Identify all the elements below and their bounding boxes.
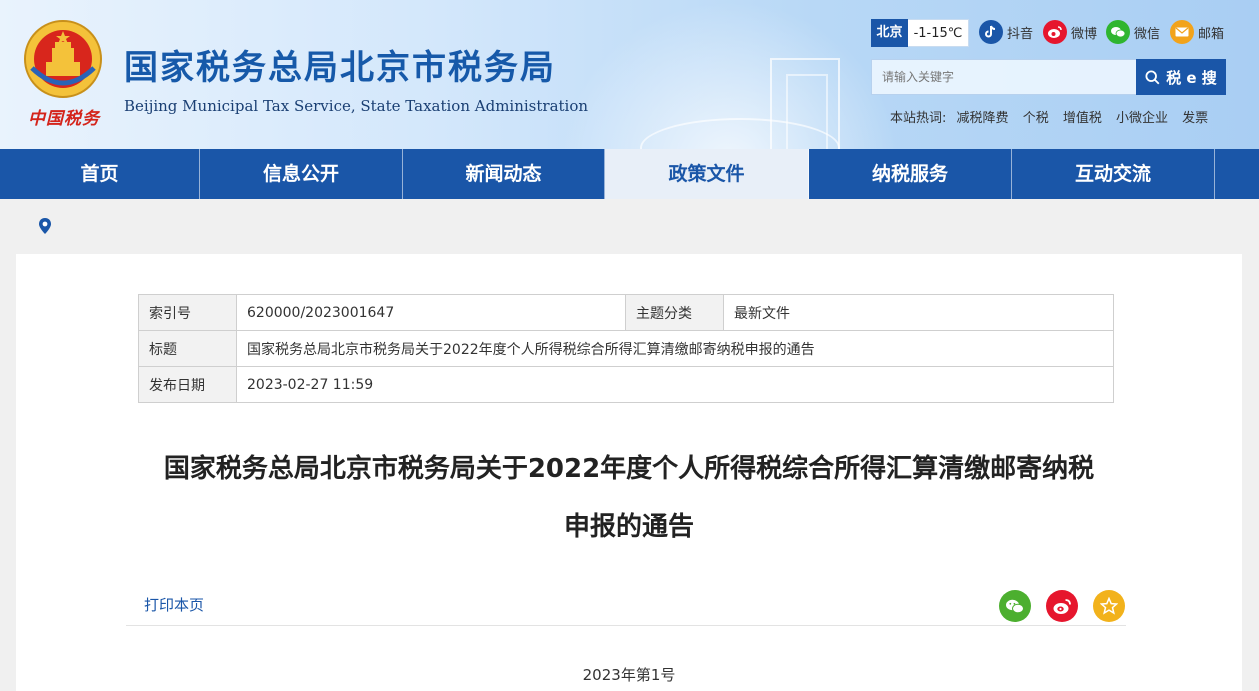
search-bar: 税 e 搜: [871, 59, 1226, 95]
social-douyin[interactable]: 抖音: [979, 19, 1033, 45]
print-page-link[interactable]: 打印本页: [144, 594, 204, 615]
search-button-label: 税 e 搜: [1166, 68, 1217, 87]
hot-words: 本站热词: 减税降费 个税 增值税 小微企业 发票: [890, 107, 1218, 126]
share-wechat-button[interactable]: [999, 590, 1031, 622]
nav-item-policy[interactable]: 政策文件: [605, 149, 809, 199]
douyin-icon: [979, 20, 1003, 44]
share-weibo-button[interactable]: [1046, 590, 1078, 622]
site-title-cn[interactable]: 国家税务总局北京市税务局: [124, 46, 556, 90]
nav-item-news[interactable]: 新闻动态: [403, 149, 605, 199]
social-douyin-label: 抖音: [1007, 26, 1034, 42]
site-header: 中国税务 国家税务总局北京市税务局 Beijing Municipal Tax …: [0, 0, 1259, 149]
article-card: 索引号 620000/2023001647 主题分类 最新文件 标题 国家税务总…: [16, 254, 1242, 691]
meta-title-label: 标题: [138, 330, 237, 367]
table-row: 发布日期 2023-02-27 11:59: [138, 366, 1114, 403]
divider: [126, 625, 1126, 626]
hot-words-label: 本站热词:: [890, 111, 947, 126]
wechat-icon: [1106, 20, 1130, 44]
article-title-line: 申报的通告: [563, 512, 694, 542]
social-wechat[interactable]: 微信: [1106, 19, 1160, 45]
article-title-line: 国家税务总局北京市税务局关于2022年度个人所得税综合所得汇算清缴邮寄纳税: [163, 454, 1095, 484]
article-title: 国家税务总局北京市税务局关于2022年度个人所得税综合所得汇算清缴邮寄纳税 申报…: [16, 440, 1242, 556]
social-weibo-label: 微博: [1071, 26, 1098, 42]
social-weibo[interactable]: 微博: [1043, 19, 1097, 45]
meta-category-label: 主题分类: [625, 294, 724, 331]
meta-index-label: 索引号: [138, 294, 237, 331]
meta-category-value: 最新文件: [723, 294, 1114, 331]
document-number: 2023年第1号: [582, 666, 676, 684]
star-icon: [1100, 597, 1118, 615]
hot-word[interactable]: 减税降费: [957, 111, 1009, 126]
nav-item-info-disclosure[interactable]: 信息公开: [200, 149, 403, 199]
tax-emblem-icon[interactable]: [22, 18, 104, 100]
meta-index-value: 620000/2023001647: [236, 294, 626, 331]
main-nav: 首页 信息公开 新闻动态 政策文件 纳税服务 互动交流: [0, 149, 1259, 199]
weibo-icon: [1053, 598, 1071, 614]
search-input[interactable]: [871, 59, 1136, 95]
weibo-icon: [1043, 20, 1067, 44]
meta-date-value: 2023-02-27 11:59: [236, 366, 1114, 403]
weather-temp: -1-15℃: [908, 19, 969, 47]
wechat-icon: [1006, 599, 1024, 613]
hot-word[interactable]: 个税: [1023, 111, 1049, 126]
meta-date-label: 发布日期: [138, 366, 237, 403]
weather-widget: 北京 -1-15℃: [871, 19, 969, 47]
table-row: 标题 国家税务总局北京市税务局关于2022年度个人所得税综合所得汇算清缴邮寄纳税…: [138, 330, 1114, 367]
search-icon: [1145, 69, 1160, 84]
hot-word[interactable]: 发票: [1182, 111, 1208, 126]
nav-item-interaction[interactable]: 互动交流: [1012, 149, 1215, 199]
weather-city: 北京: [871, 19, 908, 47]
china-tax-calligraphy: 中国税务: [28, 109, 100, 129]
table-row: 索引号 620000/2023001647 主题分类 最新文件: [138, 294, 1114, 331]
nav-item-home[interactable]: 首页: [0, 149, 200, 199]
social-wechat-label: 微信: [1134, 26, 1161, 42]
meta-title-value: 国家税务总局北京市税务局关于2022年度个人所得税综合所得汇算清缴邮寄纳税申报的…: [236, 330, 1114, 367]
article-meta-table: 索引号 620000/2023001647 主题分类 最新文件 标题 国家税务总…: [138, 294, 1114, 403]
site-title-en: Beijing Municipal Tax Service, State Tax…: [124, 97, 589, 115]
nav-item-tax-service[interactable]: 纳税服务: [809, 149, 1012, 199]
social-mail-label: 邮箱: [1198, 26, 1225, 42]
hot-word[interactable]: 增值税: [1063, 111, 1102, 126]
share-favorite-button[interactable]: [1093, 590, 1125, 622]
mail-icon: [1170, 20, 1194, 44]
social-mail[interactable]: 邮箱: [1170, 19, 1224, 45]
search-button[interactable]: 税 e 搜: [1136, 59, 1226, 95]
location-pin-icon: [39, 218, 51, 234]
hot-word[interactable]: 小微企业: [1116, 111, 1168, 126]
